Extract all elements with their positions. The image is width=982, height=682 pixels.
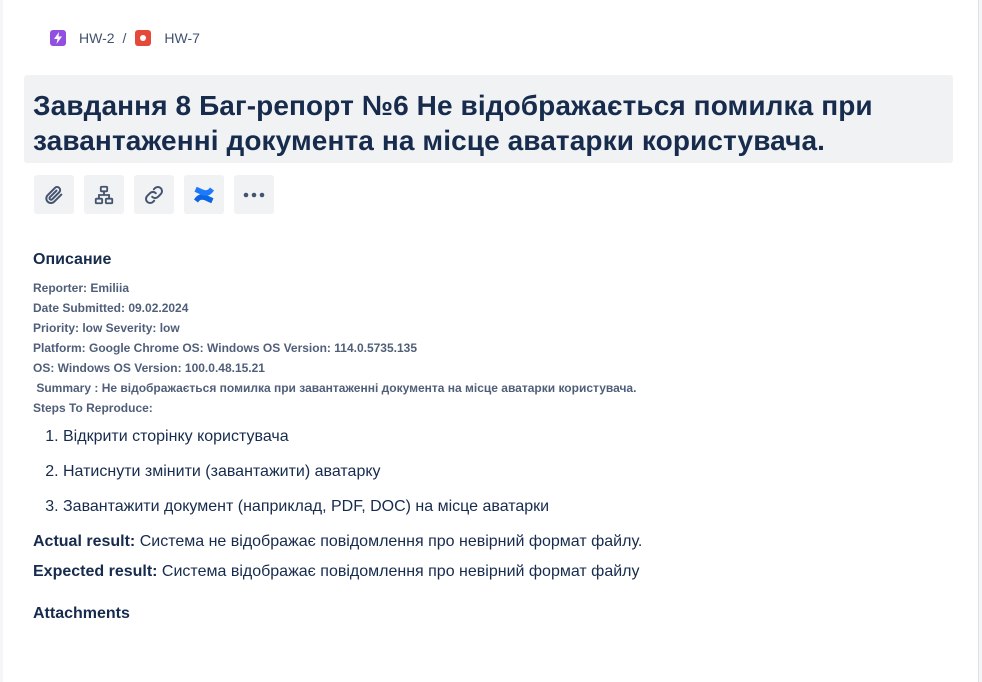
expected-result-label: Expected result: [33,563,158,580]
actual-result-label: Actual result: [33,533,136,550]
meta-os: OS: Windows OS Version: 100.0.48.15.21 [33,361,265,375]
actual-result-text: Система не відображає повідомлення про н… [135,533,643,550]
description-meta: Reporter: Emiliia Date Submitted: 09.02.… [33,278,963,418]
scrollbar-track[interactable] [978,0,982,682]
description-heading: Описание [33,251,112,268]
issue-title[interactable]: Завдання 8 Баг-репорт №6 Не відображаєть… [33,88,943,158]
link-issue-button[interactable] [134,175,174,214]
expected-result: Expected result: Система відображає пові… [33,561,963,582]
list-item: Натиснути змінити (завантажити) аватарку [63,461,963,482]
breadcrumb-current-key[interactable]: HW-7 [164,30,200,46]
breadcrumb-parent-key[interactable]: HW-2 [79,30,115,46]
attach-button[interactable] [34,175,74,214]
meta-summary: Summary : Не відображається помилка при … [33,381,637,395]
more-actions-button[interactable] [234,175,274,214]
meta-priority: Priority: low Severity: low [33,321,180,335]
attachments-heading: Attachments [33,605,130,622]
list-item: Відкрити сторінку користувача [63,426,963,447]
epic-lightning-icon [50,30,66,46]
list-item: Завантажити документ (наприклад, PDF, DO… [63,496,963,517]
breadcrumb-current-issue[interactable]: HW-7 [135,30,200,46]
child-issue-button[interactable] [84,175,124,214]
expected-result-text: Система відображає повідомлення про неві… [157,563,640,580]
confluence-icon [192,184,216,206]
issue-title-field[interactable]: Завдання 8 Баг-репорт №6 Не відображаєть… [24,75,953,163]
meta-date-submitted: Date Submitted: 09.02.2024 [33,301,189,315]
breadcrumb-parent-issue[interactable]: HW-2 [50,30,115,46]
paperclip-icon [43,184,65,206]
issue-description[interactable]: Описание Reporter: Emiliia Date Submitte… [33,250,963,623]
confluence-button[interactable] [184,175,224,214]
meta-platform: Platform: Google Chrome OS: Windows OS V… [33,341,418,355]
breadcrumb-separator: / [122,30,127,46]
meta-steps-heading: Steps To Reproduce: [33,401,153,415]
left-panel-edge [0,0,3,682]
hierarchy-icon [93,184,115,206]
meta-reporter: Reporter: Emiliia [33,281,130,295]
more-icon [242,192,266,198]
link-icon [143,184,165,206]
actual-result: Actual result: Система не відображає пов… [33,531,963,552]
bug-icon [135,30,152,46]
steps-list: Відкрити сторінку користувача Натиснути … [33,426,963,517]
breadcrumb: HW-2 / HW-7 [50,30,200,46]
issue-toolbar [34,175,284,214]
